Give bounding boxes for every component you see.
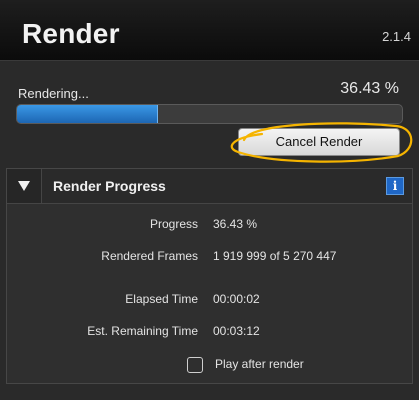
version-label: 2.1.4 <box>382 29 411 44</box>
render-status-text: Rendering... <box>18 86 89 101</box>
rendered-frames-value: 1 919 999 of 5 270 447 <box>213 249 337 263</box>
rendered-frames-label: Rendered Frames <box>101 249 198 263</box>
title-bar: Render 2.1.4 <box>0 0 419 61</box>
render-progress-panel: Render Progress i Progress 36.43 % Rende… <box>6 168 413 384</box>
collapse-toggle[interactable] <box>7 169 42 203</box>
panel-header: Render Progress i <box>7 169 412 204</box>
progress-percent: 36.43 % <box>340 80 399 97</box>
triangle-down-icon <box>18 181 30 191</box>
elapsed-time-value: 00:00:02 <box>213 292 260 306</box>
info-icon[interactable]: i <box>386 177 404 195</box>
remaining-time-value: 00:03:12 <box>213 324 260 338</box>
progress-value: 36.43 % <box>213 217 258 231</box>
remaining-time-label: Est. Remaining Time <box>87 324 198 338</box>
panel-title: Render Progress <box>53 178 166 194</box>
progress-label: Progress <box>149 217 198 231</box>
window-title: Render <box>22 18 120 49</box>
progress-bar-fill <box>17 105 159 123</box>
play-after-render-label: Play after render <box>215 357 304 371</box>
highlight-annotation <box>230 122 413 163</box>
elapsed-time-label: Elapsed Time <box>125 292 198 306</box>
play-after-render-checkbox[interactable] <box>187 357 203 373</box>
